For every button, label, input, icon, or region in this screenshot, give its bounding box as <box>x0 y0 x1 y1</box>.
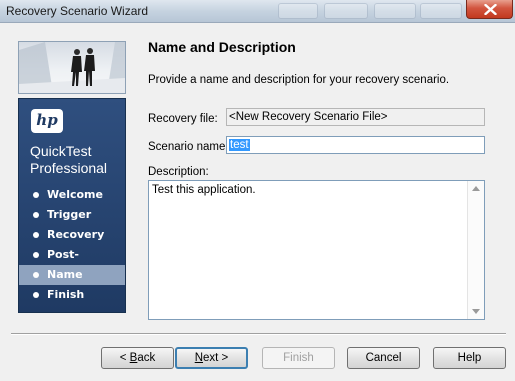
description-scrollbar[interactable] <box>467 181 484 319</box>
back-prefix: < <box>119 352 130 364</box>
step-name: Name <box>19 265 125 285</box>
scroll-up-icon[interactable] <box>472 186 480 191</box>
background-window-ghost <box>374 3 416 19</box>
recovery-file-field: <New Recovery Scenario File> <box>226 108 485 126</box>
step-label: Finish <box>47 288 85 301</box>
product-name-line1: QuickTest <box>30 143 92 159</box>
scenario-name-input[interactable]: test <box>226 136 485 154</box>
hp-logo-text: hp <box>36 111 58 129</box>
step-post-recovery: Post-recovery <box>19 245 125 281</box>
hp-logo: hp <box>31 109 63 133</box>
close-icon <box>484 4 497 15</box>
scenario-name-value: test <box>229 139 250 151</box>
bullet-icon <box>33 232 39 238</box>
step-finish: Finish <box>19 285 125 305</box>
description-label: Description: <box>148 166 209 178</box>
title-bar: Recovery Scenario Wizard <box>0 0 515 23</box>
background-window-ghost <box>278 3 318 19</box>
page-title: Name and Description <box>148 39 296 55</box>
description-value: Test this application. <box>152 184 256 196</box>
step-label: Trigger <box>47 208 92 221</box>
next-mnemonic: N <box>194 352 204 364</box>
business-people-image <box>19 42 125 93</box>
bullet-icon <box>33 192 39 198</box>
step-welcome: Welcome <box>19 185 125 205</box>
back-button[interactable]: < Back <box>101 347 174 369</box>
cancel-button[interactable]: Cancel <box>347 347 420 369</box>
footer-separator <box>11 333 506 335</box>
page-description: Provide a name and description for your … <box>148 74 450 86</box>
background-window-ghost <box>420 3 462 19</box>
bullet-icon <box>33 292 39 298</box>
step-recovery: Recovery <box>19 225 125 245</box>
bullet-icon <box>33 212 39 218</box>
wizard-steps-panel: hp QuickTest Professional Welcome Trigge… <box>18 98 126 313</box>
finish-button[interactable]: Finish <box>262 347 335 369</box>
next-button[interactable]: Next > <box>175 347 248 369</box>
wizard-steps-list: Welcome Trigger Recovery Post-recovery N… <box>19 185 125 305</box>
banner-photo <box>18 41 126 94</box>
back-rest: ack <box>137 352 156 364</box>
scroll-down-icon[interactable] <box>472 309 480 314</box>
step-label: Welcome <box>47 188 103 201</box>
product-name: QuickTest Professional <box>30 143 125 177</box>
product-name-line2: Professional <box>30 160 108 176</box>
scenario-name-label: Scenario name: <box>148 141 229 153</box>
step-label: Recovery <box>47 228 105 241</box>
bullet-icon <box>33 272 39 278</box>
background-window-ghost <box>324 3 368 19</box>
recovery-file-label: Recovery file: <box>148 113 218 125</box>
step-label: Name <box>47 268 83 281</box>
step-trigger: Trigger <box>19 205 125 225</box>
description-textarea[interactable]: Test this application. <box>148 180 485 320</box>
next-rest: ext > <box>203 352 229 364</box>
recovery-file-value: <New Recovery Scenario File> <box>229 111 388 123</box>
bullet-icon <box>33 252 39 258</box>
close-button[interactable] <box>466 0 513 19</box>
help-button[interactable]: Help <box>433 347 506 369</box>
window-title: Recovery Scenario Wizard <box>6 4 149 18</box>
